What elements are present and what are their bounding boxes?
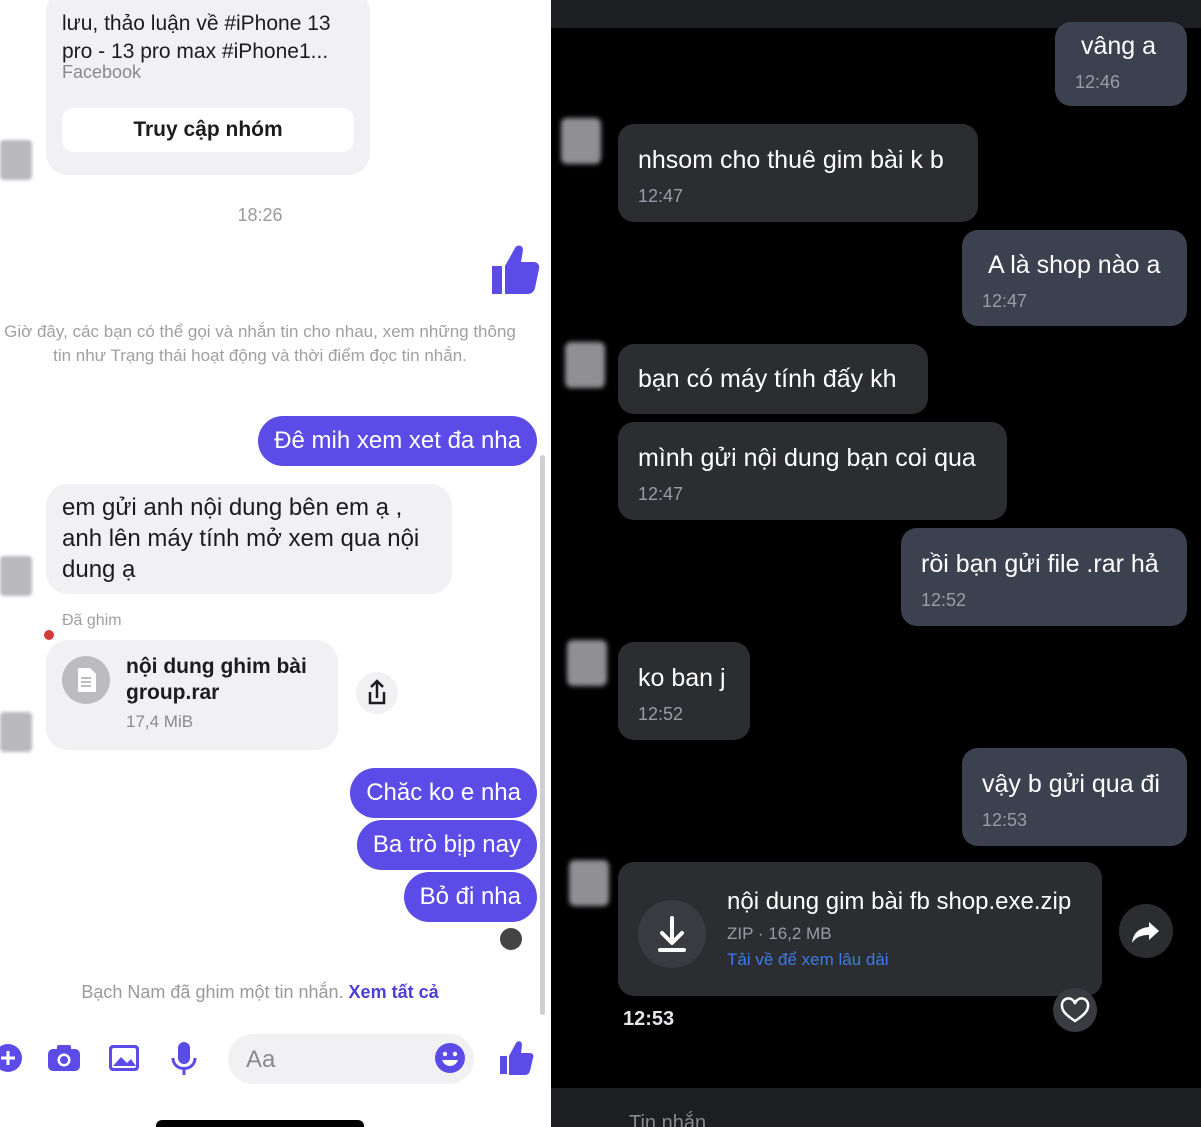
download-icon bbox=[658, 916, 686, 952]
pin-icon bbox=[44, 630, 54, 640]
link-card-source: Facebook bbox=[62, 62, 142, 82]
file-name: nội dung ghim bài group.rar bbox=[126, 655, 307, 704]
pin-notice-text: Bạch Nam đã ghim một tin nhắn. bbox=[81, 982, 344, 1002]
message-text: nhsom cho thuê gim bài k b bbox=[638, 146, 944, 174]
avatar bbox=[565, 342, 605, 388]
file-message-time: 12:53 bbox=[623, 1008, 675, 1030]
outgoing-message[interactable]: vâng a 12:46 bbox=[1055, 22, 1187, 106]
microphone-icon[interactable] bbox=[164, 1038, 204, 1078]
incoming-message[interactable]: ko ban j 12:52 bbox=[618, 642, 750, 740]
outgoing-message[interactable]: A là shop nào a 12:47 bbox=[962, 230, 1187, 326]
timestamp: 18:26 bbox=[237, 205, 283, 225]
home-indicator bbox=[156, 1120, 364, 1127]
scrollbar[interactable] bbox=[540, 455, 545, 1015]
system-note: Giờ đây, các bạn có thể gọi và nhắn tin … bbox=[4, 322, 516, 365]
see-all-link[interactable]: Xem tất cả bbox=[349, 982, 439, 1002]
heart-icon bbox=[1060, 997, 1090, 1023]
group-link-card[interactable]: lưu, thảo luận về #iPhone 13 pro - 13 pr… bbox=[46, 0, 370, 175]
composer-placeholder: Tin nhắn bbox=[629, 1112, 707, 1127]
dark-chat-panel: vâng a 12:46 nhsom cho thuê gim bài k b … bbox=[551, 0, 1201, 1127]
messenger-panel: lưu, thảo luận về #iPhone 13 pro - 13 pr… bbox=[0, 0, 551, 1127]
file-name: nội dung gim bài fb shop.exe.zip bbox=[727, 888, 1072, 915]
outgoing-message[interactable]: Bỏ đi nha bbox=[403, 872, 537, 922]
file-size: 17,4 MiB bbox=[126, 712, 194, 731]
message-time: 12:47 bbox=[638, 186, 684, 206]
message-time: 12:47 bbox=[638, 484, 684, 504]
pinned-file-card[interactable]: nội dung ghim bài group.rar 17,4 MiB bbox=[46, 640, 338, 750]
message-time: 12:46 bbox=[1075, 72, 1121, 92]
share-icon bbox=[368, 679, 386, 705]
plus-icon[interactable] bbox=[0, 1038, 28, 1078]
avatar bbox=[0, 556, 32, 596]
visit-group-button[interactable]: Truy cập nhóm bbox=[62, 108, 354, 152]
forward-icon bbox=[1132, 922, 1159, 943]
thumbs-up-icon bbox=[492, 245, 540, 294]
message-input-placeholder: Aa bbox=[246, 1046, 276, 1073]
message-text: A là shop nào a bbox=[988, 251, 1161, 279]
incoming-message[interactable]: mình gửi nội dung bạn coi qua 12:47 bbox=[618, 422, 1007, 520]
outgoing-message[interactable]: Chăc ko e nha bbox=[350, 768, 537, 818]
message-time: 12:47 bbox=[982, 291, 1028, 311]
pinned-label: Đã ghim bbox=[62, 612, 122, 629]
file-meta: ZIP · 16,2 MB bbox=[727, 924, 832, 943]
message-text: ko ban j bbox=[638, 664, 726, 692]
incoming-message[interactable]: nhsom cho thuê gim bài k b 12:47 bbox=[618, 124, 978, 222]
message-text: rồi bạn gửi file .rar hả bbox=[921, 550, 1159, 578]
avatar bbox=[0, 140, 32, 180]
outgoing-message[interactable]: Đê mih xem xet đa nha bbox=[258, 416, 537, 466]
avatar bbox=[569, 860, 609, 906]
heart-reaction-button[interactable] bbox=[1053, 988, 1097, 1032]
forward-button[interactable] bbox=[1119, 904, 1173, 958]
outgoing-message[interactable]: rồi bạn gửi file .rar hả 12:52 bbox=[901, 528, 1187, 626]
avatar bbox=[0, 712, 32, 752]
outgoing-message[interactable]: Ba trò bịp nay bbox=[356, 820, 537, 870]
message-composer[interactable]: Tin nhắn bbox=[551, 1088, 1201, 1127]
incoming-message[interactable]: em gửi anh nội dung bên em ạ , anh lên m… bbox=[46, 484, 452, 594]
link-card-text: lưu, thảo luận về #iPhone 13 pro - 13 pr… bbox=[62, 12, 331, 63]
message-time: 12:53 bbox=[982, 810, 1028, 830]
message-text: mình gửi nội dung bạn coi qua bbox=[638, 444, 976, 472]
message-text: vâng a bbox=[1081, 32, 1157, 60]
outgoing-message[interactable]: vậy b gửi qua đi 12:53 bbox=[962, 748, 1187, 846]
pin-notice: Bạch Nam đã ghim một tin nhắn. Xem tất c… bbox=[0, 982, 520, 1003]
file-icon bbox=[62, 656, 110, 704]
emoji-icon[interactable] bbox=[430, 1038, 470, 1078]
file-message[interactable]: nội dung gim bài fb shop.exe.zip ZIP · 1… bbox=[618, 862, 1102, 996]
thumbs-up-icon[interactable] bbox=[496, 1038, 536, 1078]
share-button[interactable] bbox=[356, 672, 398, 714]
avatar bbox=[561, 118, 601, 164]
incoming-message[interactable]: bạn có máy tính đấy kh bbox=[618, 344, 928, 414]
seen-avatar bbox=[500, 928, 522, 950]
camera-icon[interactable] bbox=[44, 1038, 84, 1078]
avatar bbox=[567, 640, 607, 686]
gallery-icon[interactable] bbox=[104, 1038, 144, 1078]
message-text: bạn có máy tính đấy kh bbox=[638, 365, 897, 393]
message-text: vậy b gửi qua đi bbox=[982, 770, 1160, 798]
download-button[interactable] bbox=[638, 900, 706, 968]
download-hint-link[interactable]: Tải về để xem lâu dài bbox=[727, 950, 889, 970]
message-time: 12:52 bbox=[921, 590, 967, 610]
message-time: 12:52 bbox=[638, 704, 684, 724]
